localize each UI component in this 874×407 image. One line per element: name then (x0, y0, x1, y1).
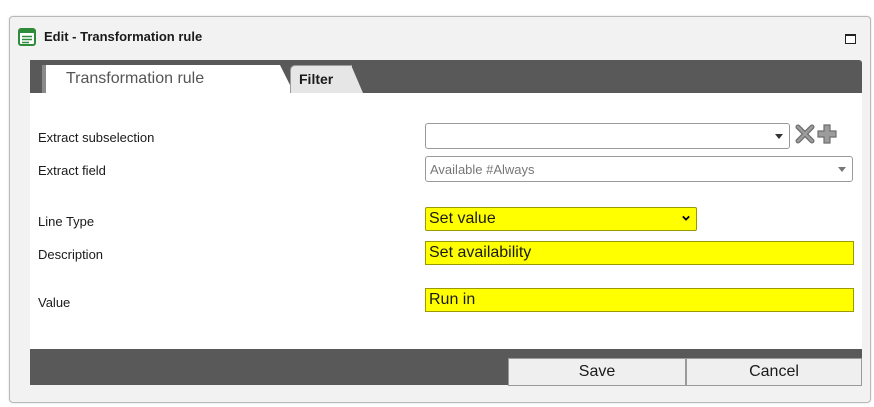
cancel-button[interactable]: Cancel (686, 358, 862, 386)
chevron-down-icon[interactable] (775, 134, 783, 139)
extract-field-combo[interactable]: Available #Always (425, 156, 853, 182)
tab-label: Transformation rule (66, 70, 205, 87)
edit-dialog: Edit - Transformation rule Transformatio… (9, 16, 871, 403)
extract-field-label: Extract field (38, 163, 106, 178)
value-input[interactable]: Run in (425, 288, 854, 312)
line-type-label: Line Type (38, 214, 95, 229)
clear-x-icon[interactable] (794, 123, 816, 145)
form-panel: Extract subselection Extract field Avail… (30, 93, 862, 349)
extract-subselection-label: Extract subselection (38, 130, 155, 145)
tab-label: Filter (299, 71, 334, 87)
description-input[interactable]: Set availability (425, 241, 854, 265)
tab-filter[interactable]: Filter (290, 65, 363, 93)
description-label: Description (38, 247, 104, 262)
tab-strip: Transformation rule Filter (30, 60, 862, 93)
tab-transformation-rule[interactable]: Transformation rule (42, 65, 294, 93)
add-plus-icon[interactable] (816, 123, 838, 145)
line-type-value: Set value (429, 210, 496, 227)
extract-subselection-combo[interactable] (425, 123, 790, 149)
value-label: Value (38, 295, 71, 310)
value-value: Run in (429, 291, 476, 308)
description-value: Set availability (429, 244, 532, 261)
dialog-title: Edit - Transformation rule (44, 29, 203, 44)
dialog-footer: Save Cancel (30, 349, 862, 386)
chevron-down-icon[interactable] (682, 214, 690, 222)
dialog-titlebar: Edit - Transformation rule (10, 17, 870, 60)
save-button[interactable]: Save (508, 358, 686, 386)
chevron-down-icon[interactable] (838, 167, 846, 172)
line-type-select[interactable]: Set value (425, 207, 697, 231)
maximize-icon[interactable] (845, 34, 856, 44)
extract-field-value: Available #Always (430, 162, 535, 177)
form-icon (18, 28, 36, 46)
